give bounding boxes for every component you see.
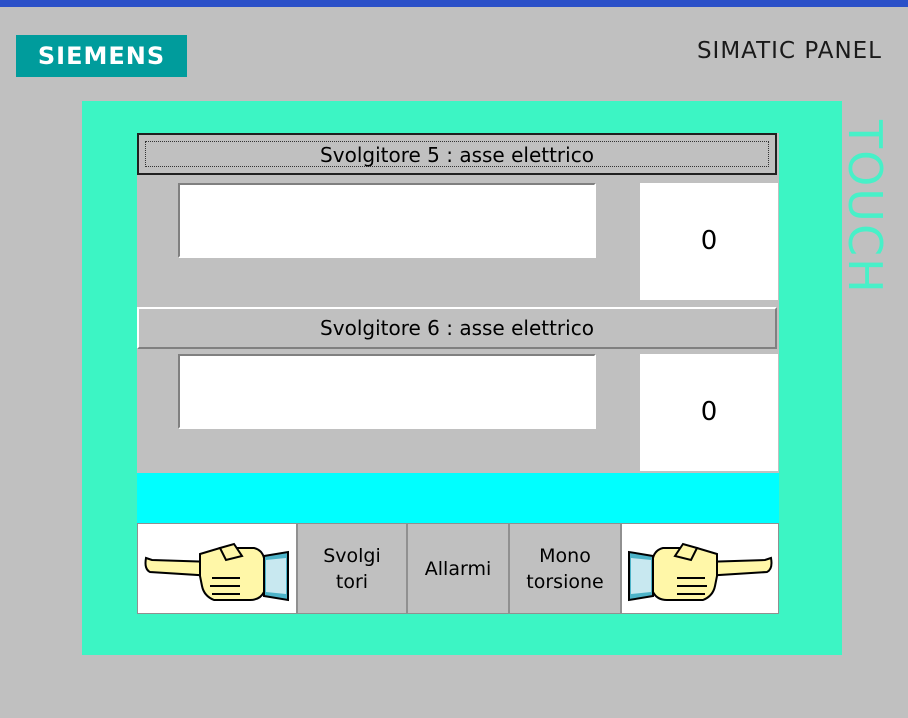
- touch-label: TOUCH: [838, 120, 892, 295]
- mono-torsione-button[interactable]: Mono torsione: [509, 523, 621, 614]
- mono-torsione-label: Mono torsione: [526, 544, 604, 593]
- allarmi-label: Allarmi: [424, 557, 492, 580]
- hand-point-right-icon: [628, 542, 773, 601]
- axis-6-title: Svolgitore 6 : asse elettrico: [320, 316, 594, 340]
- axis-5-title: Svolgitore 5 : asse elettrico: [145, 141, 769, 167]
- svolgitori-button[interactable]: Svolgi tori: [297, 523, 407, 614]
- axis-6-text-field[interactable]: [178, 354, 596, 429]
- softkey-bar: Svolgi tori Allarmi Mono torsione: [137, 523, 779, 614]
- allarmi-button[interactable]: Allarmi: [407, 523, 509, 614]
- hand-point-left-icon: [144, 542, 289, 601]
- prev-screen-button[interactable]: [137, 523, 297, 614]
- siemens-logo: SIEMENS: [16, 35, 187, 77]
- axis-6-header[interactable]: Svolgitore 6 : asse elettrico: [137, 307, 777, 349]
- axis-5-header[interactable]: Svolgitore 5 : asse elettrico: [137, 133, 777, 175]
- axis-5-value[interactable]: 0: [640, 183, 778, 300]
- top-bar: [0, 0, 908, 7]
- axis-6-value[interactable]: 0: [640, 354, 778, 471]
- axis-5-text-field[interactable]: [178, 183, 596, 258]
- panel-title: SIMATIC PANEL: [696, 38, 882, 64]
- next-screen-button[interactable]: [621, 523, 779, 614]
- status-strip: [137, 473, 779, 523]
- hmi-screen: Svolgitore 5 : asse elettrico 0 Svolgito…: [137, 133, 779, 614]
- svolgitori-label: Svolgi tori: [323, 544, 381, 593]
